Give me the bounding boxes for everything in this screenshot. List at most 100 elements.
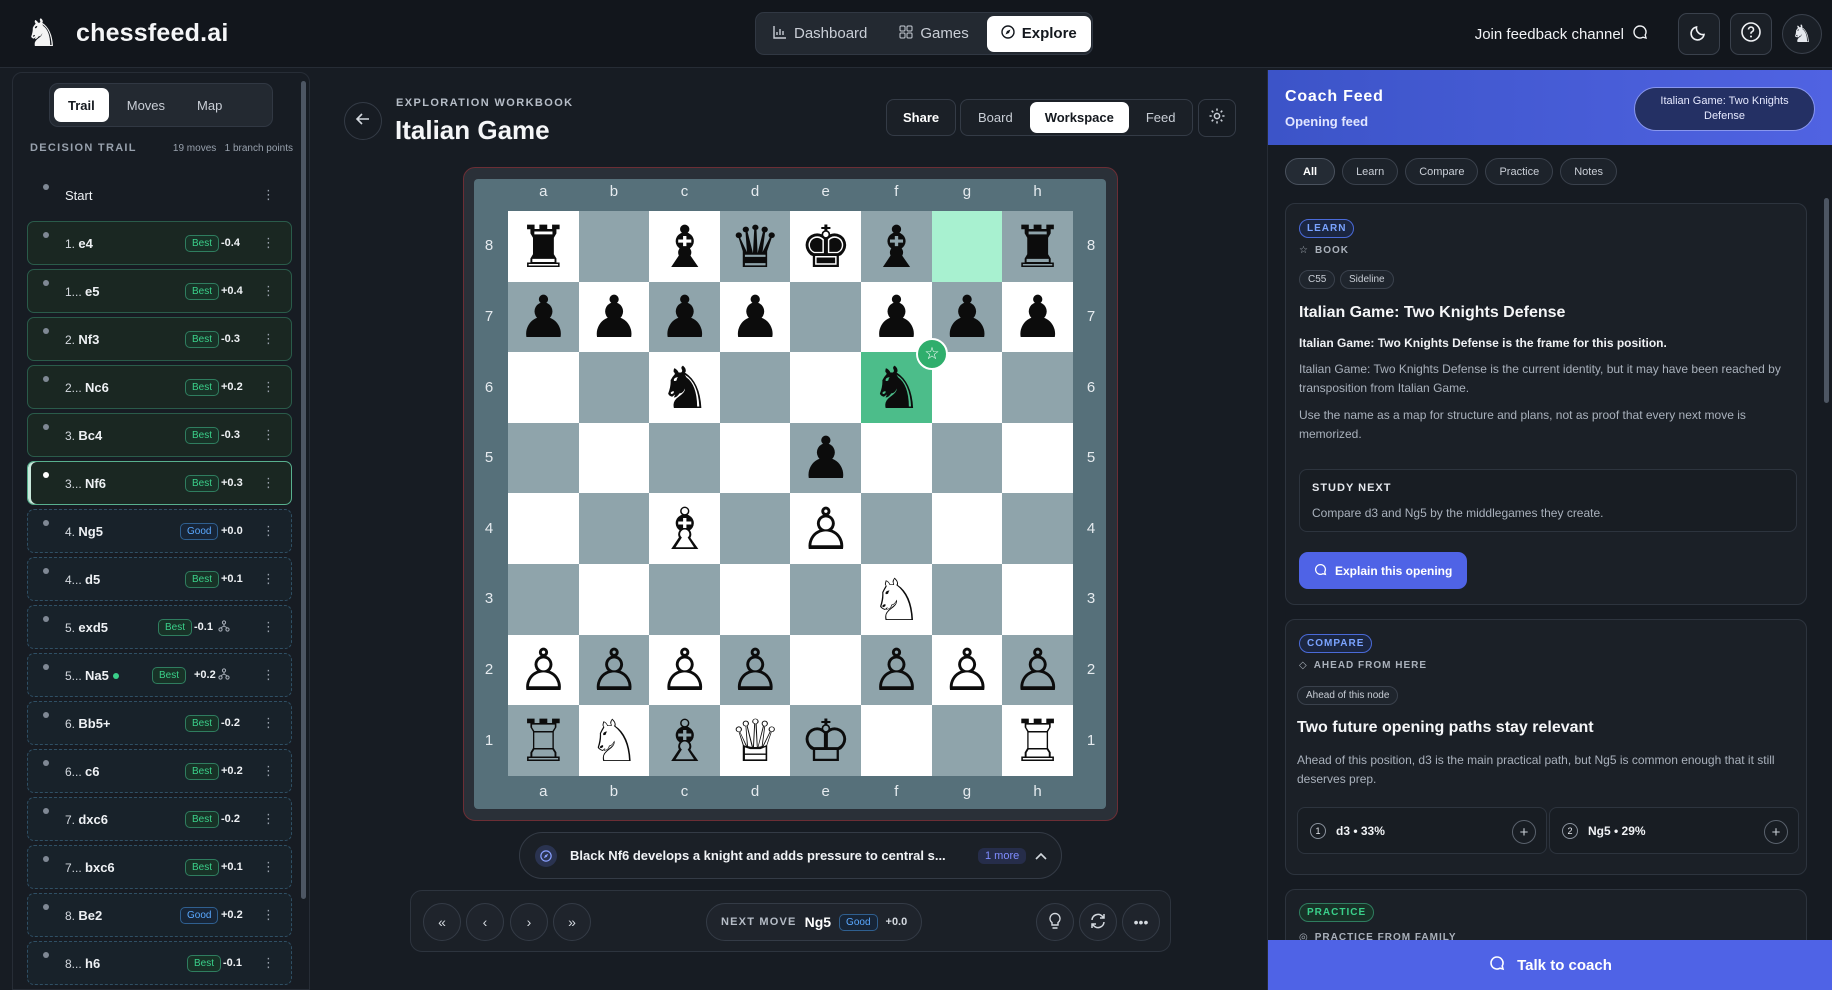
explain-opening-button[interactable]: Explain this opening: [1299, 552, 1468, 589]
square-c8[interactable]: ♝: [649, 211, 721, 282]
more-icon[interactable]: ⋮: [262, 811, 275, 827]
nav-games[interactable]: Games: [885, 16, 982, 52]
square-b4[interactable]: [578, 493, 650, 565]
square-a4[interactable]: [508, 493, 579, 565]
square-e3[interactable]: [790, 564, 862, 635]
list-item[interactable]: 7. dxc6 Best -0.2 ⋮: [27, 797, 292, 841]
list-item[interactable]: 4... d5 Best +0.1 ⋮: [27, 557, 292, 601]
square-b7[interactable]: ♟: [578, 281, 650, 353]
square-f3[interactable]: ♘: [861, 564, 932, 635]
square-g1[interactable]: [931, 705, 1003, 777]
square-e5[interactable]: ♟: [790, 422, 862, 494]
square-a1[interactable]: ♖: [508, 705, 579, 777]
square-a7[interactable]: ♟: [508, 281, 579, 353]
square-c3[interactable]: [649, 564, 721, 635]
list-item[interactable]: 8. Be2 Good +0.2 ⋮: [27, 893, 292, 937]
sidebar-scrollbar[interactable]: [301, 81, 306, 899]
list-item[interactable]: 4. Ng5 Good +0.0 ⋮: [27, 509, 292, 553]
square-e4[interactable]: ♙: [790, 493, 862, 565]
square-c6[interactable]: ♞: [649, 352, 721, 424]
more-icon[interactable]: ⋮: [262, 379, 275, 395]
square-b8[interactable]: [578, 211, 650, 282]
square-c5[interactable]: [649, 422, 721, 494]
white-queen-icon[interactable]: ♕: [729, 712, 781, 770]
nav-dashboard[interactable]: Dashboard: [759, 16, 881, 52]
filter-all[interactable]: All: [1285, 158, 1336, 185]
list-item-current[interactable]: 3... Nf6 Best +0.3 ⋮: [27, 461, 292, 505]
square-h7[interactable]: ♟: [1002, 281, 1074, 353]
black-bishop-icon[interactable]: ♝: [871, 218, 923, 276]
hint-button[interactable]: [1036, 903, 1074, 941]
more-icon[interactable]: ⋮: [262, 955, 275, 971]
square-h3[interactable]: [1002, 564, 1074, 635]
square-d8[interactable]: ♛: [719, 211, 791, 282]
square-e2[interactable]: [790, 634, 862, 706]
square-c2[interactable]: ♙: [649, 634, 721, 706]
square-f2[interactable]: ♙: [861, 634, 932, 706]
square-f8[interactable]: ♝: [861, 211, 932, 282]
black-pawn-icon[interactable]: ♟: [518, 288, 570, 346]
more-icon[interactable]: ⋮: [262, 187, 275, 203]
list-item[interactable]: 2. Nf3 Best -0.3 ⋮: [27, 317, 292, 361]
list-item[interactable]: 7... bxc6 Best +0.1 ⋮: [27, 845, 292, 889]
more-icon[interactable]: ⋮: [262, 907, 275, 923]
white-bishop-icon[interactable]: ♗: [659, 712, 711, 770]
more-icon[interactable]: ⋮: [262, 571, 275, 587]
black-pawn-icon[interactable]: ♟: [800, 429, 852, 487]
square-h8[interactable]: ♜: [1002, 211, 1074, 282]
black-queen-icon[interactable]: ♛: [729, 218, 781, 276]
settings-button[interactable]: [1198, 99, 1236, 137]
black-rook-icon[interactable]: ♜: [518, 218, 570, 276]
black-pawn-icon[interactable]: ♟: [871, 288, 923, 346]
first-move-button[interactable]: «: [423, 903, 461, 941]
square-g3[interactable]: [931, 564, 1003, 635]
more-icon[interactable]: ⋮: [262, 667, 275, 683]
theme-toggle-button[interactable]: [1678, 13, 1720, 55]
square-b6[interactable]: [578, 352, 650, 424]
black-pawn-icon[interactable]: ♟: [729, 288, 781, 346]
feedback-link[interactable]: Join feedback channel: [1475, 24, 1648, 44]
square-b2[interactable]: ♙: [578, 634, 650, 706]
more-icon[interactable]: ⋮: [262, 619, 275, 635]
path-option[interactable]: 2 Ng5 • 29% +: [1549, 807, 1799, 854]
square-a6[interactable]: [508, 352, 579, 424]
square-h2[interactable]: ♙: [1002, 634, 1074, 706]
flip-board-button[interactable]: [1079, 903, 1117, 941]
last-move-button[interactable]: »: [553, 903, 591, 941]
black-bishop-icon[interactable]: ♝: [659, 218, 711, 276]
plus-icon[interactable]: +: [1764, 820, 1788, 844]
black-rook-icon[interactable]: ♜: [1012, 218, 1064, 276]
white-pawn-icon[interactable]: ♙: [659, 641, 711, 699]
square-f5[interactable]: [861, 422, 932, 494]
more-icon[interactable]: ⋮: [262, 475, 275, 491]
square-c4[interactable]: ♗: [649, 493, 721, 565]
more-icon[interactable]: ⋮: [262, 715, 275, 731]
square-d5[interactable]: [719, 422, 791, 494]
next-move-chip[interactable]: NEXT MOVE Ng5 Good +0.0: [706, 903, 923, 941]
black-pawn-icon[interactable]: ♟: [941, 288, 993, 346]
list-item[interactable]: 6... c6 Best +0.2 ⋮: [27, 749, 292, 793]
chevron-up-icon[interactable]: [1035, 848, 1047, 863]
filter-learn[interactable]: Learn: [1342, 158, 1399, 185]
list-item[interactable]: 1. e4 Best -0.4 ⋮: [27, 221, 292, 265]
list-item[interactable]: 1... e5 Best +0.4 ⋮: [27, 269, 292, 313]
square-e7[interactable]: [790, 281, 862, 353]
prev-move-button[interactable]: ‹: [466, 903, 504, 941]
filter-notes[interactable]: Notes: [1560, 158, 1617, 185]
square-e8[interactable]: ♚: [790, 211, 862, 282]
square-c7[interactable]: ♟: [649, 281, 721, 353]
square-g5[interactable]: [931, 422, 1003, 494]
share-button[interactable]: Share: [886, 99, 957, 136]
square-c1[interactable]: ♗: [649, 705, 721, 777]
opening-pill[interactable]: Italian Game: Two Knights Defense: [1634, 87, 1815, 131]
square-a8[interactable]: ♜: [508, 211, 579, 282]
tab-trail[interactable]: Trail: [54, 88, 109, 122]
filter-practice[interactable]: Practice: [1485, 158, 1554, 185]
trail-start[interactable]: Start ⋮: [27, 173, 292, 217]
square-h4[interactable]: [1002, 493, 1074, 565]
plus-icon[interactable]: +: [1512, 820, 1536, 844]
more-icon[interactable]: ⋮: [262, 331, 275, 347]
help-button[interactable]: [1730, 13, 1772, 55]
square-g8[interactable]: [931, 211, 1003, 282]
square-f1[interactable]: [861, 705, 932, 777]
